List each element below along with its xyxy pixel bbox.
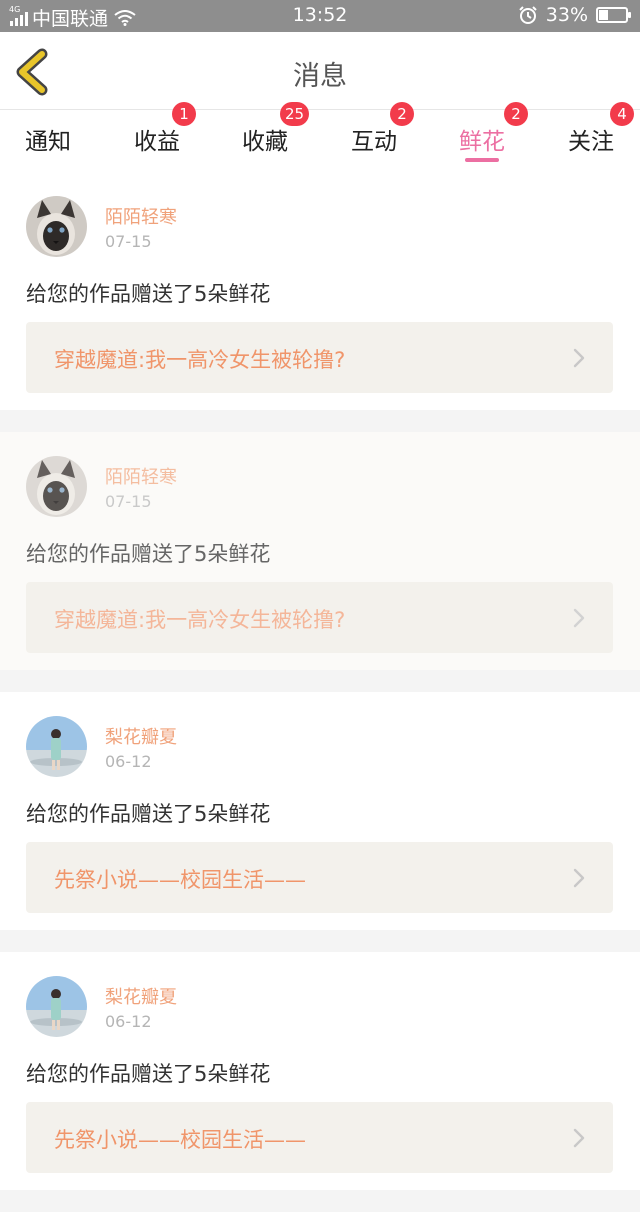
avatar[interactable] bbox=[26, 196, 87, 257]
message-text: 给您的作品赠送了5朵鲜花 bbox=[26, 282, 271, 306]
avatar[interactable] bbox=[26, 456, 87, 517]
tab-bar: 通知 收益 1 收藏 25 互动 2 鲜花 2 关注 4 bbox=[0, 102, 640, 172]
work-title: 穿越魔道:我一高冷女生被轮撸? bbox=[54, 608, 346, 632]
header: 消息 bbox=[0, 32, 640, 110]
message-card[interactable]: 陌陌轻寒 07-15 给您的作品赠送了5朵鲜花 穿越魔道:我一高冷女生被轮撸? bbox=[0, 432, 640, 670]
message-list: 陌陌轻寒 07-15 给您的作品赠送了5朵鲜花 穿越魔道:我一高冷女生被轮撸? … bbox=[0, 172, 640, 1212]
tab-flowers[interactable]: 鲜花 2 bbox=[428, 102, 536, 172]
message-text: 给您的作品赠送了5朵鲜花 bbox=[26, 542, 271, 566]
badge-count: 4 bbox=[610, 102, 634, 126]
tab-label: 互动 bbox=[351, 129, 397, 155]
tab-interactions[interactable]: 互动 2 bbox=[320, 102, 428, 172]
active-tab-indicator bbox=[465, 158, 499, 162]
message-date: 06-12 bbox=[105, 1012, 152, 1031]
work-link[interactable]: 穿越魔道:我一高冷女生被轮撸? bbox=[26, 322, 613, 393]
message-card[interactable]: 陌陌轻寒 07-15 给您的作品赠送了5朵鲜花 穿越魔道:我一高冷女生被轮撸? bbox=[0, 172, 640, 410]
work-link[interactable]: 先祭小说——校园生活—— bbox=[26, 842, 613, 913]
user-name[interactable]: 梨花瓣夏 bbox=[105, 723, 177, 749]
message-card[interactable]: 梨花瓣夏 06-12 给您的作品赠送了5朵鲜花 先祭小说——校园生活—— bbox=[0, 952, 640, 1190]
tab-label: 通知 bbox=[25, 129, 71, 155]
battery-icon bbox=[596, 7, 631, 23]
avatar[interactable] bbox=[26, 716, 87, 777]
badge-count: 2 bbox=[390, 102, 414, 126]
message-card[interactable]: 梨花瓣夏 06-12 给您的作品赠送了5朵鲜花 先祭小说——校园生活—— bbox=[0, 692, 640, 930]
user-name[interactable]: 陌陌轻寒 bbox=[105, 463, 177, 489]
chevron-right-icon bbox=[573, 608, 585, 628]
work-title: 穿越魔道:我一高冷女生被轮撸? bbox=[54, 348, 346, 372]
avatar[interactable] bbox=[26, 976, 87, 1037]
user-name[interactable]: 陌陌轻寒 bbox=[105, 203, 177, 229]
work-title: 先祭小说——校园生活—— bbox=[54, 1128, 306, 1152]
message-date: 07-15 bbox=[105, 492, 152, 511]
message-text: 给您的作品赠送了5朵鲜花 bbox=[26, 1062, 271, 1086]
tab-label: 鲜花 bbox=[459, 129, 505, 155]
tab-earnings[interactable]: 收益 1 bbox=[103, 102, 211, 172]
badge-count: 25 bbox=[280, 102, 310, 126]
tab-notifications[interactable]: 通知 bbox=[0, 110, 102, 172]
tab-label: 收藏 bbox=[242, 129, 288, 155]
tab-favorites[interactable]: 收藏 25 bbox=[211, 102, 319, 172]
badge-count: 2 bbox=[504, 102, 528, 126]
badge-count: 1 bbox=[172, 102, 196, 126]
battery-percent: 33% bbox=[545, 4, 588, 26]
user-name[interactable]: 梨花瓣夏 bbox=[105, 983, 177, 1009]
message-text: 给您的作品赠送了5朵鲜花 bbox=[26, 802, 271, 826]
work-link[interactable]: 穿越魔道:我一高冷女生被轮撸? bbox=[26, 582, 613, 653]
tab-label: 收益 bbox=[134, 129, 180, 155]
message-date: 06-12 bbox=[105, 752, 152, 771]
tab-follows[interactable]: 关注 4 bbox=[537, 102, 640, 172]
alarm-icon bbox=[519, 6, 537, 24]
chevron-right-icon bbox=[573, 1128, 585, 1148]
work-title: 先祭小说——校园生活—— bbox=[54, 868, 306, 892]
battery-level bbox=[599, 10, 608, 20]
chevron-right-icon bbox=[573, 348, 585, 368]
status-bar: 4G 中国联通 13:52 33% bbox=[0, 0, 640, 32]
chevron-right-icon bbox=[573, 868, 585, 888]
page-title: 消息 bbox=[293, 61, 347, 92]
message-date: 07-15 bbox=[105, 232, 152, 251]
tab-label: 关注 bbox=[568, 129, 614, 155]
